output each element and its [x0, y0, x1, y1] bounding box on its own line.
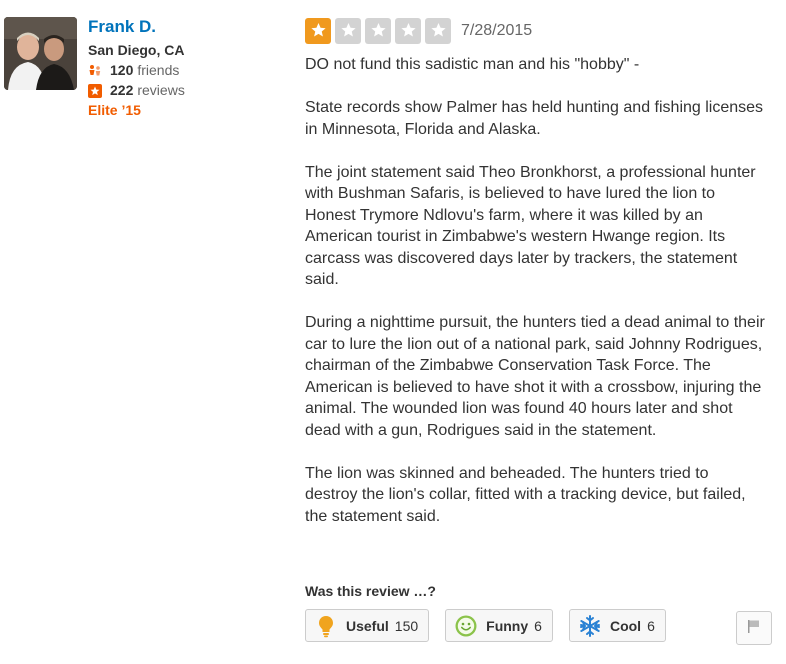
useful-button[interactable]: Useful 150 — [305, 609, 430, 642]
review-date: 7/28/2015 — [461, 21, 533, 39]
rating-row: 7/28/2015 — [305, 17, 765, 44]
user-name[interactable]: Frank D. — [88, 15, 185, 39]
reviews-count: 222 — [110, 82, 134, 98]
star-icon — [305, 17, 331, 44]
review-paragraph: State records show Palmer has held hunti… — [305, 99, 764, 138]
friends-label: friends — [137, 62, 180, 78]
user-location: San Diego, CA — [88, 42, 185, 58]
cool-label: Cool — [609, 617, 642, 634]
star-icon — [335, 17, 361, 44]
flag-icon — [746, 618, 762, 639]
user-avatar[interactable] — [4, 17, 77, 90]
flag-button[interactable] — [736, 611, 772, 645]
user-info: Frank D. San Diego, CA 120 friends 222 r… — [88, 15, 185, 120]
star-icon — [365, 17, 391, 44]
star-badge-icon — [88, 83, 102, 98]
star-icon — [395, 17, 421, 44]
reviews-label: reviews — [137, 82, 185, 98]
smiley-icon — [454, 614, 478, 638]
lightbulb-icon — [314, 614, 338, 638]
reviews-stat: 222 reviews — [88, 80, 185, 100]
review: 7/28/2015 DO not fund this sadistic man … — [305, 17, 765, 642]
funny-count: 6 — [534, 617, 542, 634]
friends-stat: 120 friends — [88, 60, 185, 80]
feedback-prompt: Was this review …? — [305, 583, 436, 599]
elite-badge[interactable]: Elite ’15 — [88, 100, 185, 120]
snowflake-icon — [578, 614, 602, 638]
review-paragraph: The joint statement said Theo Bronkhorst… — [305, 163, 756, 289]
review-paragraph: During a nighttime pursuit, the hunters … — [305, 314, 765, 439]
friends-icon — [88, 63, 102, 77]
review-paragraph: The lion was skinned and beheaded. The h… — [305, 464, 746, 525]
friends-count: 120 — [110, 62, 134, 78]
useful-label: Useful — [346, 617, 389, 634]
funny-button[interactable]: Funny 6 — [445, 609, 553, 642]
vote-buttons: Useful 150 Funny 6 Cool 6 — [305, 609, 682, 642]
review-text: DO not fund this sadistic man and his "h… — [305, 54, 765, 527]
cool-button[interactable]: Cool 6 — [568, 609, 666, 642]
useful-count: 150 — [394, 617, 419, 634]
funny-label: Funny — [486, 617, 529, 634]
star-icon — [425, 17, 451, 44]
review-paragraph: DO not fund this sadistic man and his "h… — [305, 56, 640, 73]
star-rating — [305, 17, 455, 44]
cool-count: 6 — [647, 617, 655, 634]
